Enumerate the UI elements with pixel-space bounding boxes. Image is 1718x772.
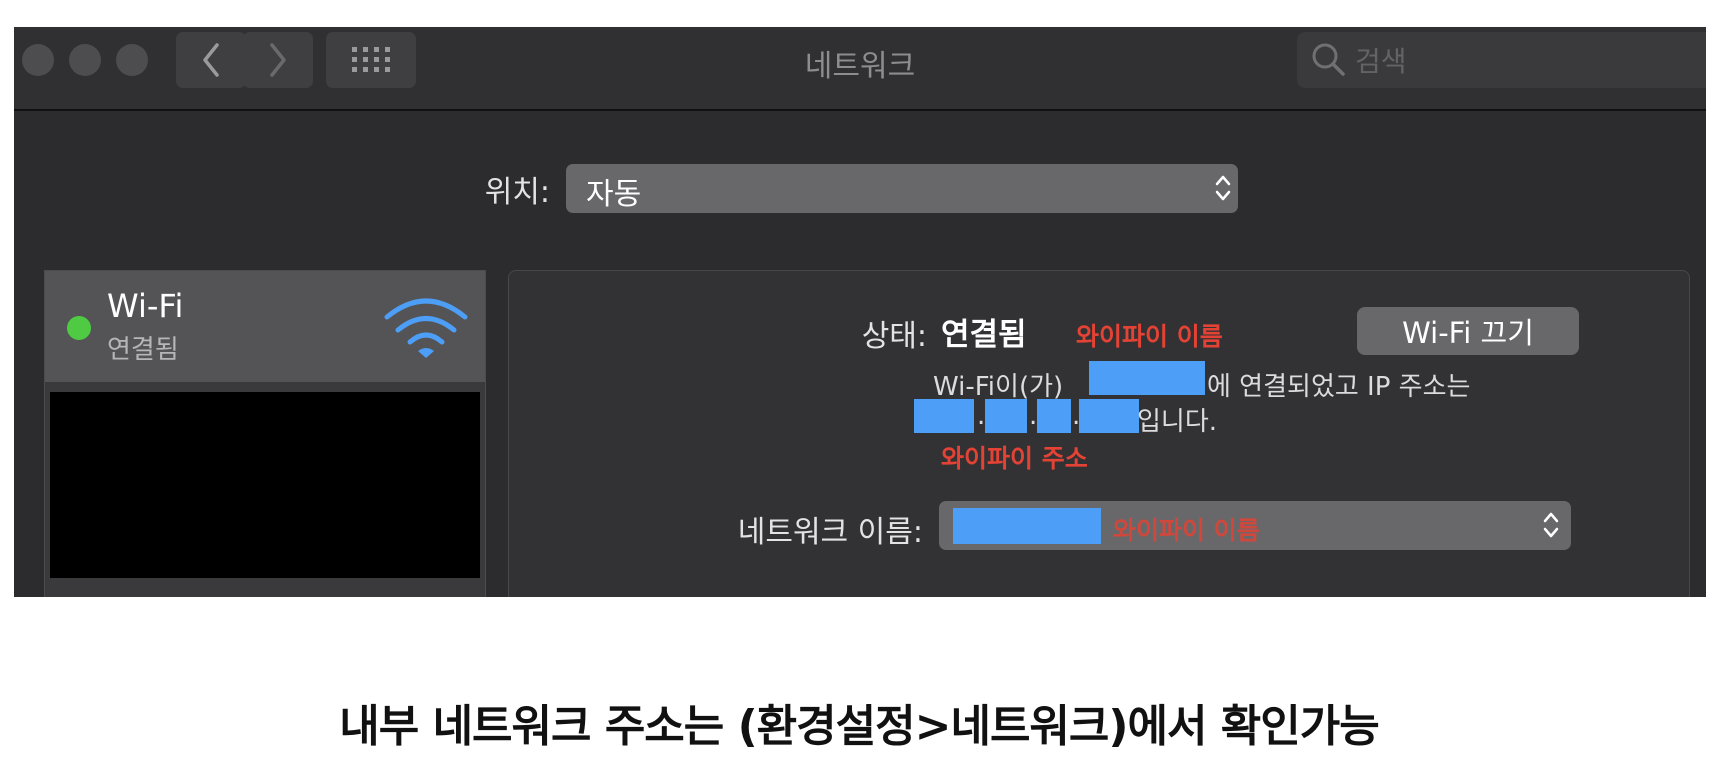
sidebar-item-label: Wi-Fi [107, 287, 184, 325]
search-icon [1312, 43, 1345, 76]
network-detail-panel: 상태: 연결됨 와이파이 이름 Wi-Fi 끄기 Wi-Fi이(가) 에 연결되… [508, 270, 1690, 597]
status-label: 상태: [861, 319, 927, 354]
sidebar-item-status: 연결됨 [107, 335, 179, 365]
annotation-wifi-name: 와이파이 이름 [1113, 516, 1260, 545]
wifi-off-button[interactable]: Wi-Fi 끄기 [1357, 307, 1579, 355]
redacted-network-name [953, 508, 1101, 544]
description-suffix: 입니다. [1137, 407, 1218, 437]
redacted-ip-octet-4 [1079, 399, 1139, 433]
redacted-ip-octet-2 [985, 399, 1027, 433]
description-mid: 에 연결되었고 IP 주소는 [1207, 372, 1471, 402]
title-bar: 네트워크 검색 [14, 27, 1706, 111]
annotation-wifi-address: 와이파이 주소 [941, 444, 1088, 473]
redacted-ip-octet-1 [914, 399, 974, 433]
updown-chevron-icon [1215, 175, 1231, 201]
redacted-ip-octet-3 [1037, 399, 1071, 433]
system-preferences-window: 네트워크 검색 위치: 자동 Wi-Fi 연결됨 상태: 연결됨 와이파이 이름… [14, 27, 1706, 597]
connected-status-dot [67, 316, 91, 340]
updown-chevron-icon [1543, 512, 1559, 538]
status-value: 연결됨 [941, 317, 1027, 353]
redacted-ssid [1089, 361, 1205, 395]
network-name-select[interactable]: 와이파이 이름 [939, 501, 1571, 550]
description-prefix: Wi-Fi이(가) [933, 372, 1064, 402]
search-field[interactable]: 검색 [1297, 32, 1706, 88]
caption-text: 내부 네트워크 주소는 (환경설정>네트워크)에서 확인가능 [339, 701, 1379, 752]
network-service-list: Wi-Fi 연결됨 [44, 270, 486, 597]
location-select[interactable]: 자동 [566, 164, 1238, 213]
network-name-label: 네트워크 이름: [737, 515, 923, 550]
location-label: 위치: [484, 175, 550, 210]
wifi-icon [384, 298, 468, 358]
redacted-area [50, 392, 480, 578]
annotation-wifi-name: 와이파이 이름 [1076, 322, 1223, 351]
sidebar-item-wifi[interactable]: Wi-Fi 연결됨 [45, 271, 485, 382]
location-value: 자동 [586, 177, 642, 212]
search-placeholder: 검색 [1355, 45, 1407, 78]
